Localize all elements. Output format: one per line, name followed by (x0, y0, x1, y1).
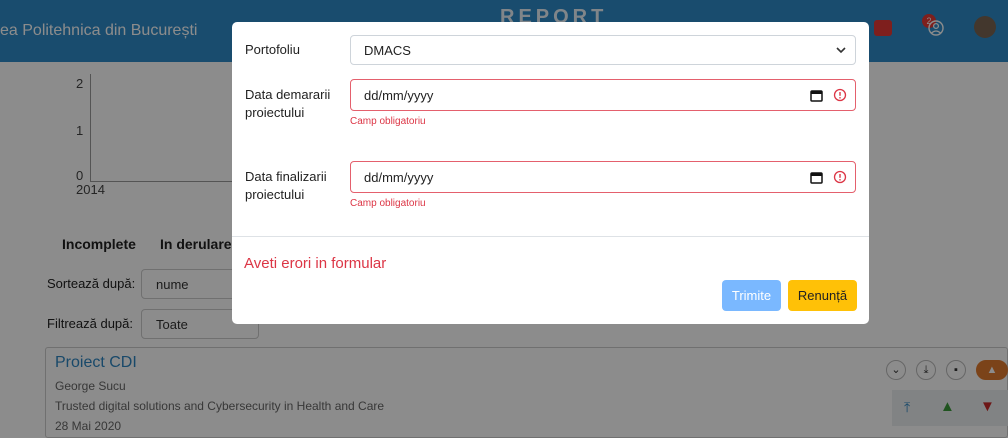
chevron-down-icon (836, 47, 846, 54)
error-icon (833, 170, 847, 184)
end-date-label: Data finalizarii proiectului (245, 169, 327, 202)
form-error-message: Aveti erori in formular (244, 255, 387, 272)
start-date-error: Camp obligatoriu (350, 116, 426, 127)
end-date-placeholder: dd/mm/yyyy (364, 170, 434, 185)
end-date-error: Camp obligatoriu (350, 198, 426, 209)
error-icon (833, 88, 847, 102)
calendar-icon[interactable] (810, 171, 823, 184)
portfolio-value: DMACS (364, 43, 411, 58)
portfolio-select[interactable]: DMACS (350, 35, 856, 65)
project-dates-modal: Portofoliu DMACS Data demararii proiectu… (232, 22, 869, 324)
cancel-button[interactable]: Renunță (788, 280, 857, 311)
start-date-input[interactable]: dd/mm/yyyy (350, 79, 856, 111)
portfolio-label: Portofoliu (245, 42, 300, 57)
start-date-placeholder: dd/mm/yyyy (364, 88, 434, 103)
start-date-label: Data demararii proiectului (245, 87, 331, 120)
calendar-icon[interactable] (810, 89, 823, 102)
end-date-input[interactable]: dd/mm/yyyy (350, 161, 856, 193)
submit-button[interactable]: Trimite (722, 280, 781, 311)
modal-footer-divider (232, 236, 869, 237)
